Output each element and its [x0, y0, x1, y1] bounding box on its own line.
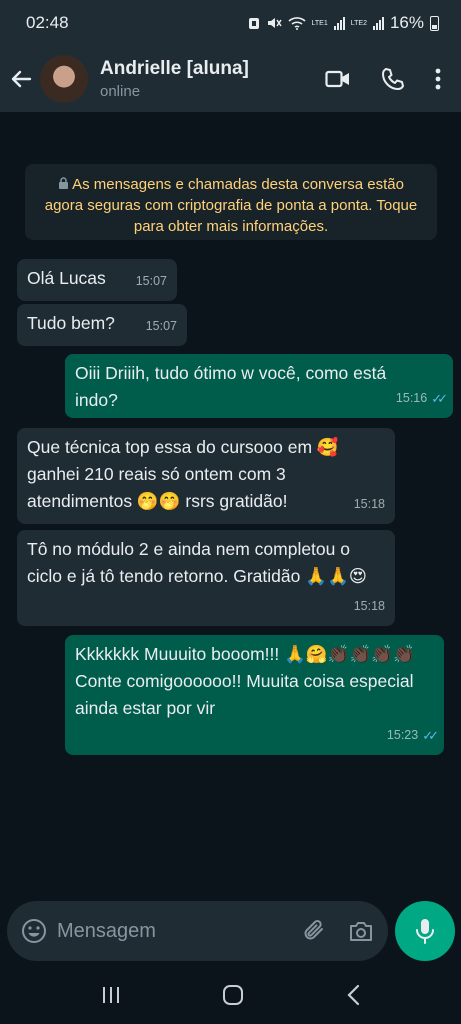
home-icon[interactable]	[222, 984, 244, 1006]
contact-name: Andrielle [aluna]	[100, 58, 249, 79]
system-nav-bar	[0, 966, 461, 1024]
signal2-icon	[372, 16, 384, 30]
message-time: 15:23	[386, 728, 419, 742]
message-text: Tudo bem?	[27, 313, 115, 333]
more-options-icon[interactable]	[435, 68, 441, 90]
message-bubble-incoming[interactable]: Olá Lucas 15:07	[17, 259, 177, 301]
back-nav-icon[interactable]	[346, 984, 360, 1006]
emoji-icon[interactable]	[21, 918, 47, 944]
message-time: 15:18	[353, 497, 385, 511]
message-text: Que técnica top essa do cursooo em 🥰 gan…	[27, 437, 339, 511]
message-bubble-outgoing[interactable]: Kkkkkkk Muuuito booom!!! 🙏🤗👏🏿👏🏿👏🏿👏🏿 Cont…	[65, 635, 444, 755]
camera-icon[interactable]	[348, 919, 374, 943]
back-arrow-icon[interactable]	[8, 66, 34, 92]
wifi-icon	[287, 17, 306, 30]
lte1-label: LTE1	[311, 19, 328, 27]
message-time: 15:18	[353, 599, 385, 613]
message-bubble-incoming[interactable]: Tô no módulo 2 e ainda nem completou o c…	[17, 530, 395, 626]
message-input-bar[interactable]: Mensagem	[7, 901, 388, 961]
read-ticks-icon: ✓✓	[422, 728, 439, 743]
message-meta: 15:23 ✓✓	[386, 722, 439, 749]
video-call-icon[interactable]	[325, 69, 351, 89]
signal1-icon	[333, 16, 345, 30]
message-bubble-incoming[interactable]: Que técnica top essa do cursooo em 🥰 gan…	[17, 428, 395, 524]
mic-button[interactable]	[395, 901, 455, 961]
recents-icon[interactable]	[101, 986, 121, 1004]
phone-icon[interactable]	[381, 67, 405, 91]
encryption-notice-text: As mensagens e chamadas desta conversa e…	[44, 176, 418, 235]
message-time: 15:16	[395, 391, 428, 405]
encryption-notice[interactable]: As mensagens e chamadas desta conversa e…	[25, 164, 437, 240]
message-text: Oiii Driiih, tudo ótimo w você, como est…	[75, 363, 387, 410]
message-bubble-incoming[interactable]: Tudo bem? 15:07	[17, 304, 187, 346]
notification-icon	[248, 18, 259, 29]
battery-icon	[430, 15, 439, 31]
message-text: Olá Lucas	[27, 268, 106, 288]
battery-percent: 16%	[389, 13, 424, 32]
avatar[interactable]	[40, 55, 88, 103]
status-bar: 02:48 LTE1 LTE2 16%	[0, 0, 461, 46]
status-icons: LTE1 LTE2 16%	[248, 13, 439, 33]
message-text: Tô no módulo 2 e ainda nem completou o c…	[27, 539, 368, 586]
lte2-label: LTE2	[350, 19, 367, 27]
message-time: 15:07	[135, 274, 167, 288]
chat-area[interactable]: As mensagens e chamadas desta conversa e…	[0, 112, 461, 890]
message-text: Kkkkkkk Muuuito booom!!! 🙏🤗👏🏿👏🏿👏🏿👏🏿 Cont…	[75, 644, 415, 718]
message-input[interactable]: Mensagem	[57, 920, 302, 943]
chat-header: Andrielle [aluna] online	[0, 46, 461, 112]
lock-icon	[59, 177, 69, 189]
read-ticks-icon: ✓✓	[431, 391, 448, 406]
contact-status: online	[100, 83, 141, 100]
message-time: 15:07	[145, 319, 177, 333]
mute-icon	[267, 18, 282, 28]
mic-icon	[416, 919, 434, 944]
status-time: 02:48	[26, 13, 69, 32]
message-meta: 15:16 ✓✓	[395, 385, 448, 412]
attach-icon[interactable]	[302, 918, 328, 944]
message-bubble-outgoing[interactable]: Oiii Driiih, tudo ótimo w você, como est…	[65, 354, 453, 418]
contact-info[interactable]: Andrielle [aluna] online	[100, 58, 325, 100]
